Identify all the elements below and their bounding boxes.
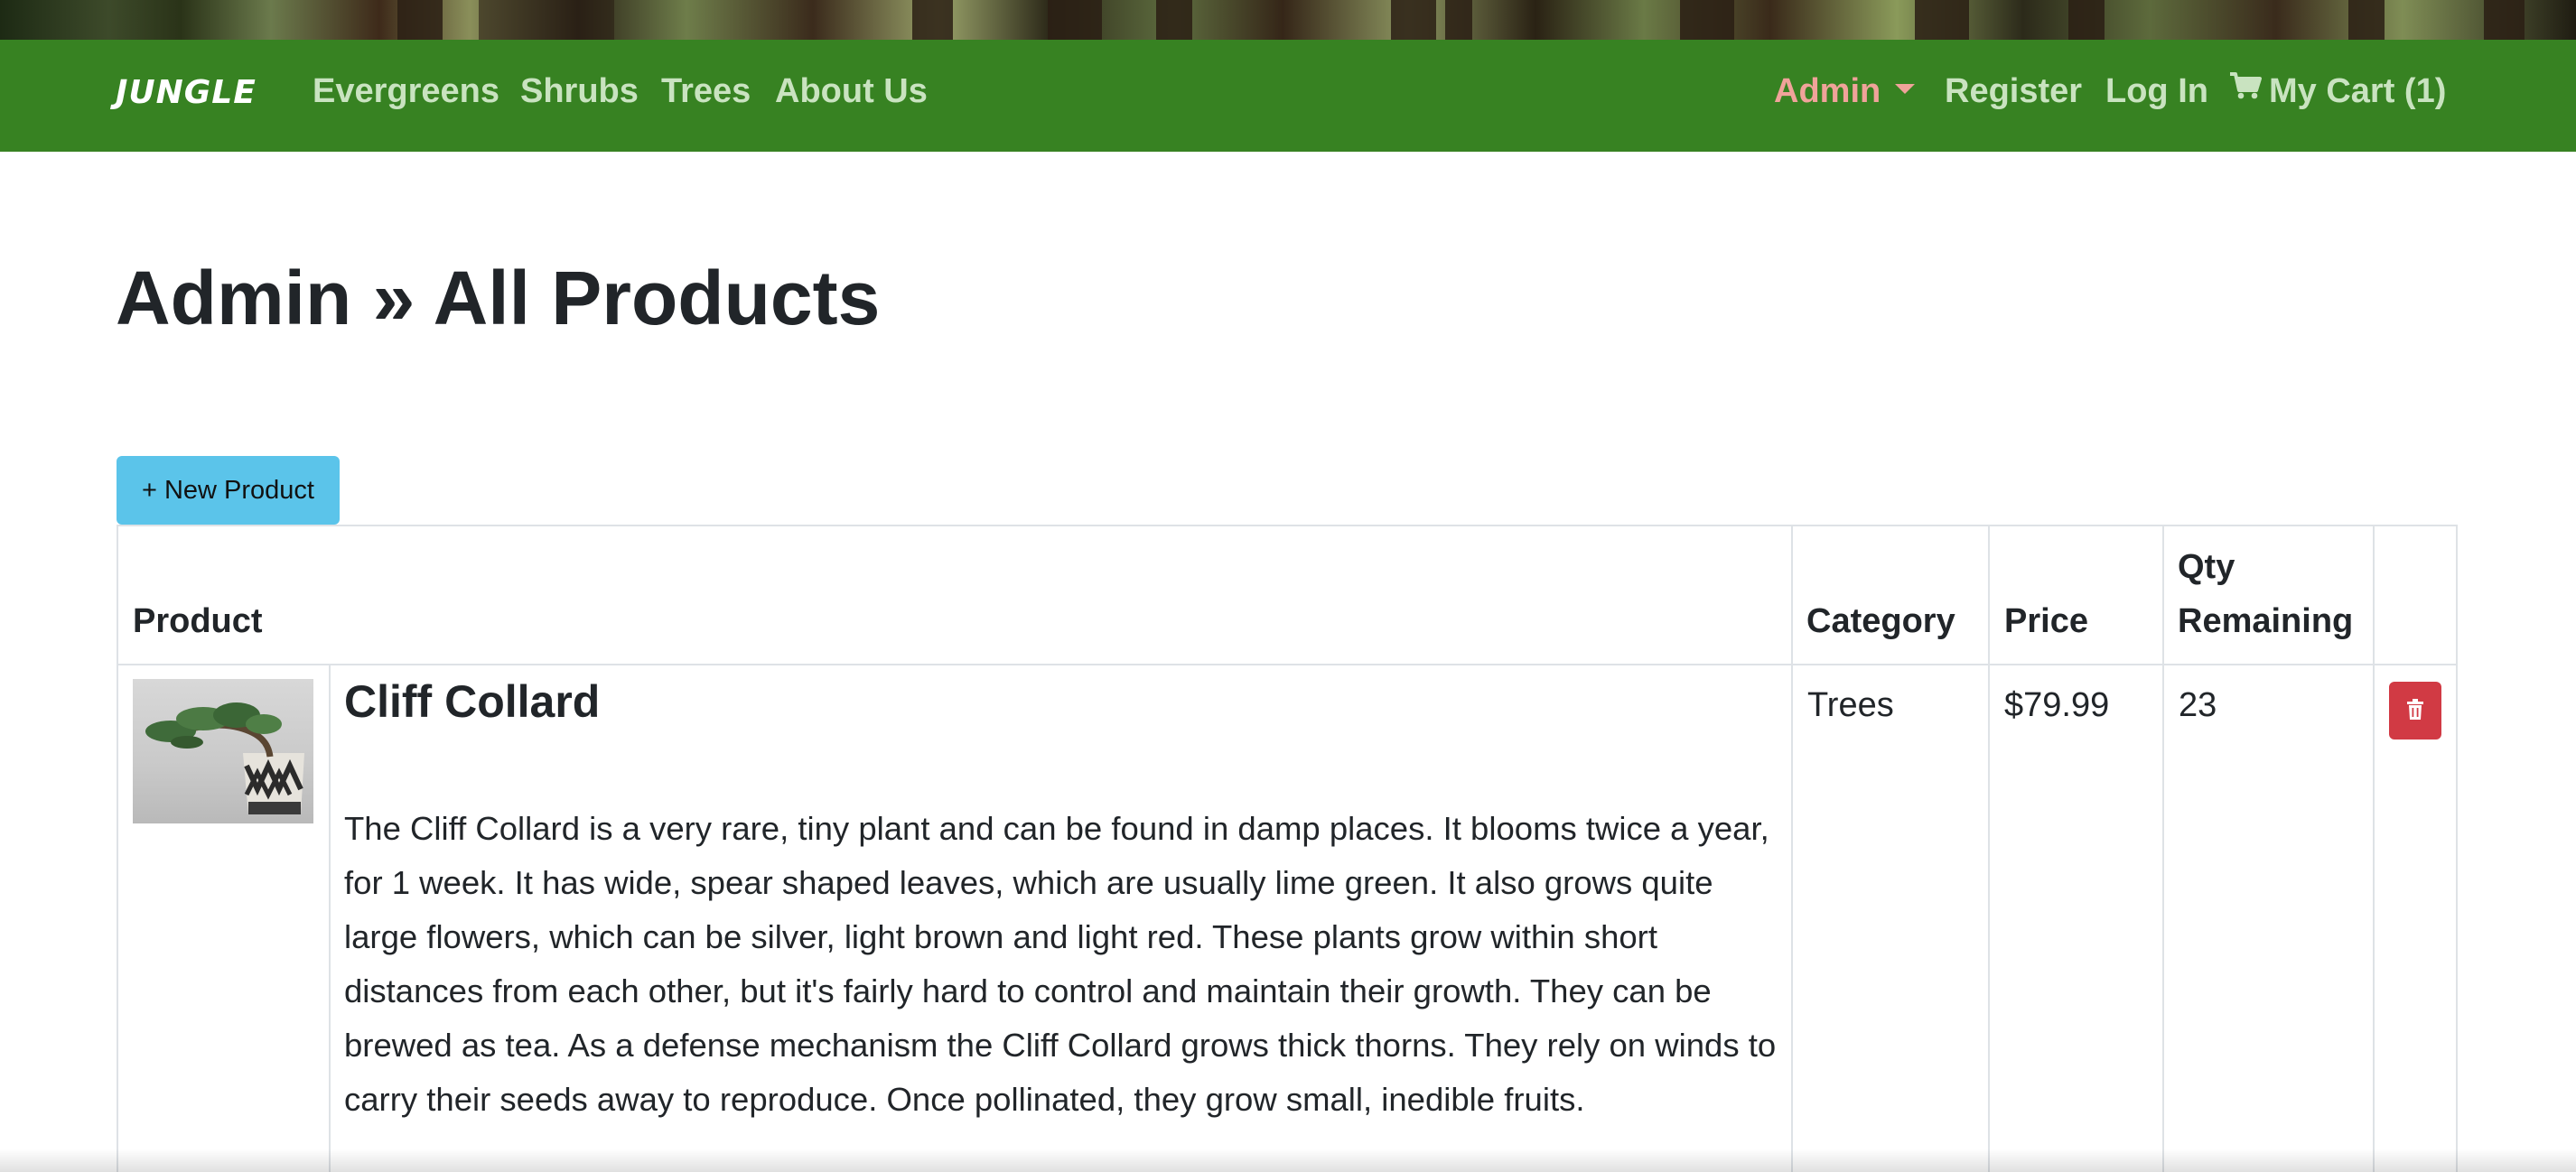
nav-link-about-us[interactable]: About Us (775, 72, 928, 111)
shopping-cart-icon (2229, 70, 2262, 109)
cart-label: My Cart (1) (2269, 72, 2447, 110)
header-qty-line1: Qty (2178, 548, 2235, 586)
header-price: Price (2004, 602, 2088, 640)
delete-product-button[interactable] (2389, 682, 2441, 739)
brand-logo[interactable]: JUNGLE (116, 74, 257, 111)
admin-dropdown-label: Admin (1774, 72, 1881, 110)
nav-link-cart[interactable]: My Cart (1) (2229, 72, 2446, 112)
header-product: Product (133, 602, 263, 640)
header-qty-remaining: Qty Remaining (2178, 540, 2353, 648)
page-title: Admin » All Products (116, 256, 881, 340)
product-description: The Cliff Collard is a very rare, tiny p… (344, 810, 1777, 1118)
nav-link-evergreens[interactable]: Evergreens (313, 72, 499, 111)
header-banner-image (0, 0, 2576, 40)
header-qty-line2: Remaining (2178, 602, 2354, 640)
admin-dropdown[interactable]: Admin (1774, 72, 1916, 111)
product-image (133, 679, 313, 823)
caret-down-icon (1895, 84, 1916, 95)
new-product-button[interactable]: + New Product (117, 456, 340, 525)
nav-link-register[interactable]: Register (1945, 72, 2082, 111)
product-qty: 23 (2179, 686, 2217, 724)
product-category: Trees (1807, 686, 1894, 724)
header-category: Category (1806, 602, 1955, 640)
product-price: $79.99 (2004, 686, 2110, 724)
window-edge-shadow (0, 1149, 2576, 1172)
nav-link-login[interactable]: Log In (2105, 72, 2208, 111)
trash-icon (2406, 698, 2424, 723)
product-name: Cliff Collard (344, 676, 601, 727)
nav-link-shrubs[interactable]: Shrubs (520, 72, 639, 111)
nav-link-trees[interactable]: Trees (661, 72, 751, 111)
